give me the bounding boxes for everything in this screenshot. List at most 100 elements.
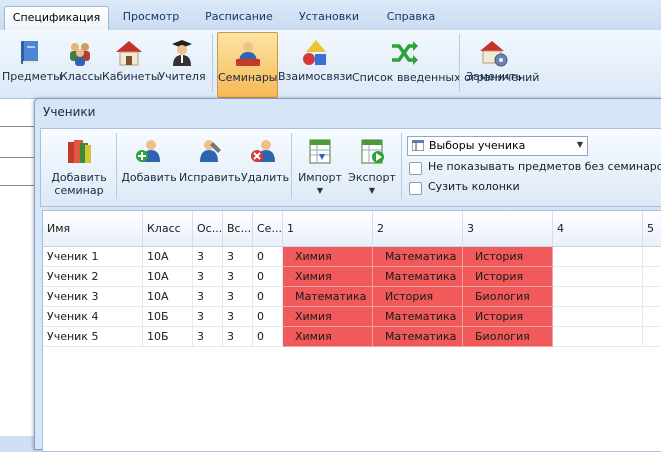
relations-label: Взаимосвязи (278, 70, 353, 83)
cell-subject-4[interactable] (553, 247, 643, 267)
delete-button[interactable]: Удалить (241, 132, 290, 202)
cell-subject-2[interactable]: Математика (373, 327, 463, 347)
add-seminar-label: Добавить семинар (51, 171, 107, 197)
toolbar-separator (116, 133, 117, 199)
col-header-4[interactable]: 4 (553, 211, 643, 246)
house-settings-icon (480, 41, 508, 67)
col-header-class[interactable]: Класс (143, 211, 193, 246)
table-row[interactable]: Ученик 2 10А 3 3 0 Химия Математика Исто… (43, 267, 661, 287)
classes-button[interactable]: Классы (60, 32, 103, 96)
view-mode-select[interactable]: Выборы ученика ▼ (407, 136, 588, 156)
export-dropdown-arrow: ▼ (368, 186, 376, 195)
cell-c3: 0 (253, 287, 283, 307)
toolbar-separator (401, 133, 402, 199)
book-icon (21, 41, 38, 64)
export-label: Экспорт (348, 171, 396, 184)
add-button[interactable]: Добавить (120, 132, 178, 202)
replace-button[interactable]: Заменить (464, 32, 524, 96)
rooms-button[interactable]: Кабинеты (102, 32, 160, 96)
cell-c2: 3 (223, 267, 253, 287)
cell-c3: 0 (253, 327, 283, 347)
import-label: Импорт (298, 171, 342, 184)
cell-subject-5[interactable] (643, 287, 661, 307)
checkbox-box[interactable] (409, 162, 422, 175)
ribbon-separator (459, 34, 460, 92)
table-row[interactable]: Ученик 3 10А 3 3 0 Математика История Би… (43, 287, 661, 307)
export-button[interactable]: Экспорт ▼ (347, 132, 397, 202)
col-header-5[interactable]: 5 (643, 211, 661, 246)
col-header-c3[interactable]: Се... (253, 211, 283, 246)
col-header-c1[interactable]: Ос... (193, 211, 223, 246)
cell-subject-3[interactable]: История (463, 307, 553, 327)
cell-subject-2[interactable]: Математика (373, 267, 463, 287)
cell-subject-5[interactable] (643, 247, 661, 267)
constraints-list-label: Список введенных ограничений (352, 71, 540, 84)
cell-subject-3[interactable]: История (463, 267, 553, 287)
cell-subject-1[interactable]: Химия (283, 247, 373, 267)
cell-subject-5[interactable] (643, 267, 661, 287)
books-stack-icon (68, 140, 91, 163)
cell-class: 10Б (143, 327, 193, 347)
students-dialog: Ученики Добавить семинар Добавить Исправ… (34, 98, 661, 452)
tab-view[interactable]: Просмотр (110, 6, 192, 29)
replace-label: Заменить (465, 70, 523, 83)
cell-c1: 3 (193, 327, 223, 347)
grid-icon (412, 140, 424, 151)
classes-label: Классы (60, 70, 103, 83)
cell-subject-3[interactable]: Биология (463, 287, 553, 307)
cell-subject-5[interactable] (643, 307, 661, 327)
cell-subject-2[interactable]: История (373, 287, 463, 307)
add-user-icon (136, 140, 160, 162)
rooms-label: Кабинеты (102, 70, 160, 83)
tab-specification[interactable]: Спецификация (4, 6, 109, 30)
cell-subject-4[interactable] (553, 287, 643, 307)
cell-subject-1[interactable]: Химия (283, 327, 373, 347)
table-row[interactable]: Ученик 4 10Б 3 3 0 Химия Математика Исто… (43, 307, 661, 327)
cell-subject-1[interactable]: Химия (283, 307, 373, 327)
delete-user-icon (251, 140, 275, 162)
teachers-button[interactable]: Учителя (158, 32, 206, 96)
edit-button[interactable]: Исправить (179, 132, 241, 202)
cell-c3: 0 (253, 267, 283, 287)
table-row[interactable]: Ученик 1 10А 3 3 0 Химия Математика Исто… (43, 247, 661, 267)
col-header-1[interactable]: 1 (283, 211, 373, 246)
relations-button[interactable]: Взаимосвязи (278, 32, 352, 96)
cell-class: 10Б (143, 307, 193, 327)
cell-c2: 3 (223, 327, 253, 347)
constraints-list-button[interactable]: Список введенных ограничений (352, 32, 540, 96)
col-header-3[interactable]: 3 (463, 211, 553, 246)
checkbox-box[interactable] (409, 182, 422, 195)
subjects-button[interactable]: Предметы (2, 32, 62, 96)
dialog-toolbar: Добавить семинар Добавить Исправить Удал… (40, 128, 661, 207)
import-button[interactable]: Импорт ▼ (295, 132, 345, 202)
cell-subject-2[interactable]: Математика (373, 247, 463, 267)
ribbon-separator (212, 34, 213, 92)
cell-subject-5[interactable] (643, 327, 661, 347)
cell-c2: 3 (223, 287, 253, 307)
cell-c2: 3 (223, 307, 253, 327)
col-header-name[interactable]: Имя (43, 211, 143, 246)
cell-name: Ученик 2 (43, 267, 143, 287)
cell-name: Ученик 3 (43, 287, 143, 307)
delete-label: Удалить (241, 171, 290, 184)
add-seminar-button[interactable]: Добавить семинар (45, 132, 113, 202)
narrow-columns-label: Сузить колонки (428, 180, 520, 193)
tab-settings[interactable]: Установки (286, 6, 372, 29)
cell-subject-3[interactable]: История (463, 247, 553, 267)
table-row[interactable]: Ученик 5 10Б 3 3 0 Химия Математика Биол… (43, 327, 661, 347)
tab-help[interactable]: Справка (376, 6, 446, 29)
cell-c1: 3 (193, 307, 223, 327)
cell-subject-1[interactable]: Химия (283, 267, 373, 287)
seminars-button[interactable]: Семинары (217, 32, 278, 98)
cell-subject-4[interactable] (553, 267, 643, 287)
cell-subject-2[interactable]: Математика (373, 307, 463, 327)
tab-schedule[interactable]: Расписание (196, 6, 282, 29)
cell-subject-4[interactable] (553, 307, 643, 327)
col-header-2[interactable]: 2 (373, 211, 463, 246)
cell-c1: 3 (193, 267, 223, 287)
cell-c2: 3 (223, 247, 253, 267)
cell-subject-1[interactable]: Математика (283, 287, 373, 307)
cell-subject-3[interactable]: Биология (463, 327, 553, 347)
col-header-c2[interactable]: Вс... (223, 211, 253, 246)
cell-subject-4[interactable] (553, 327, 643, 347)
